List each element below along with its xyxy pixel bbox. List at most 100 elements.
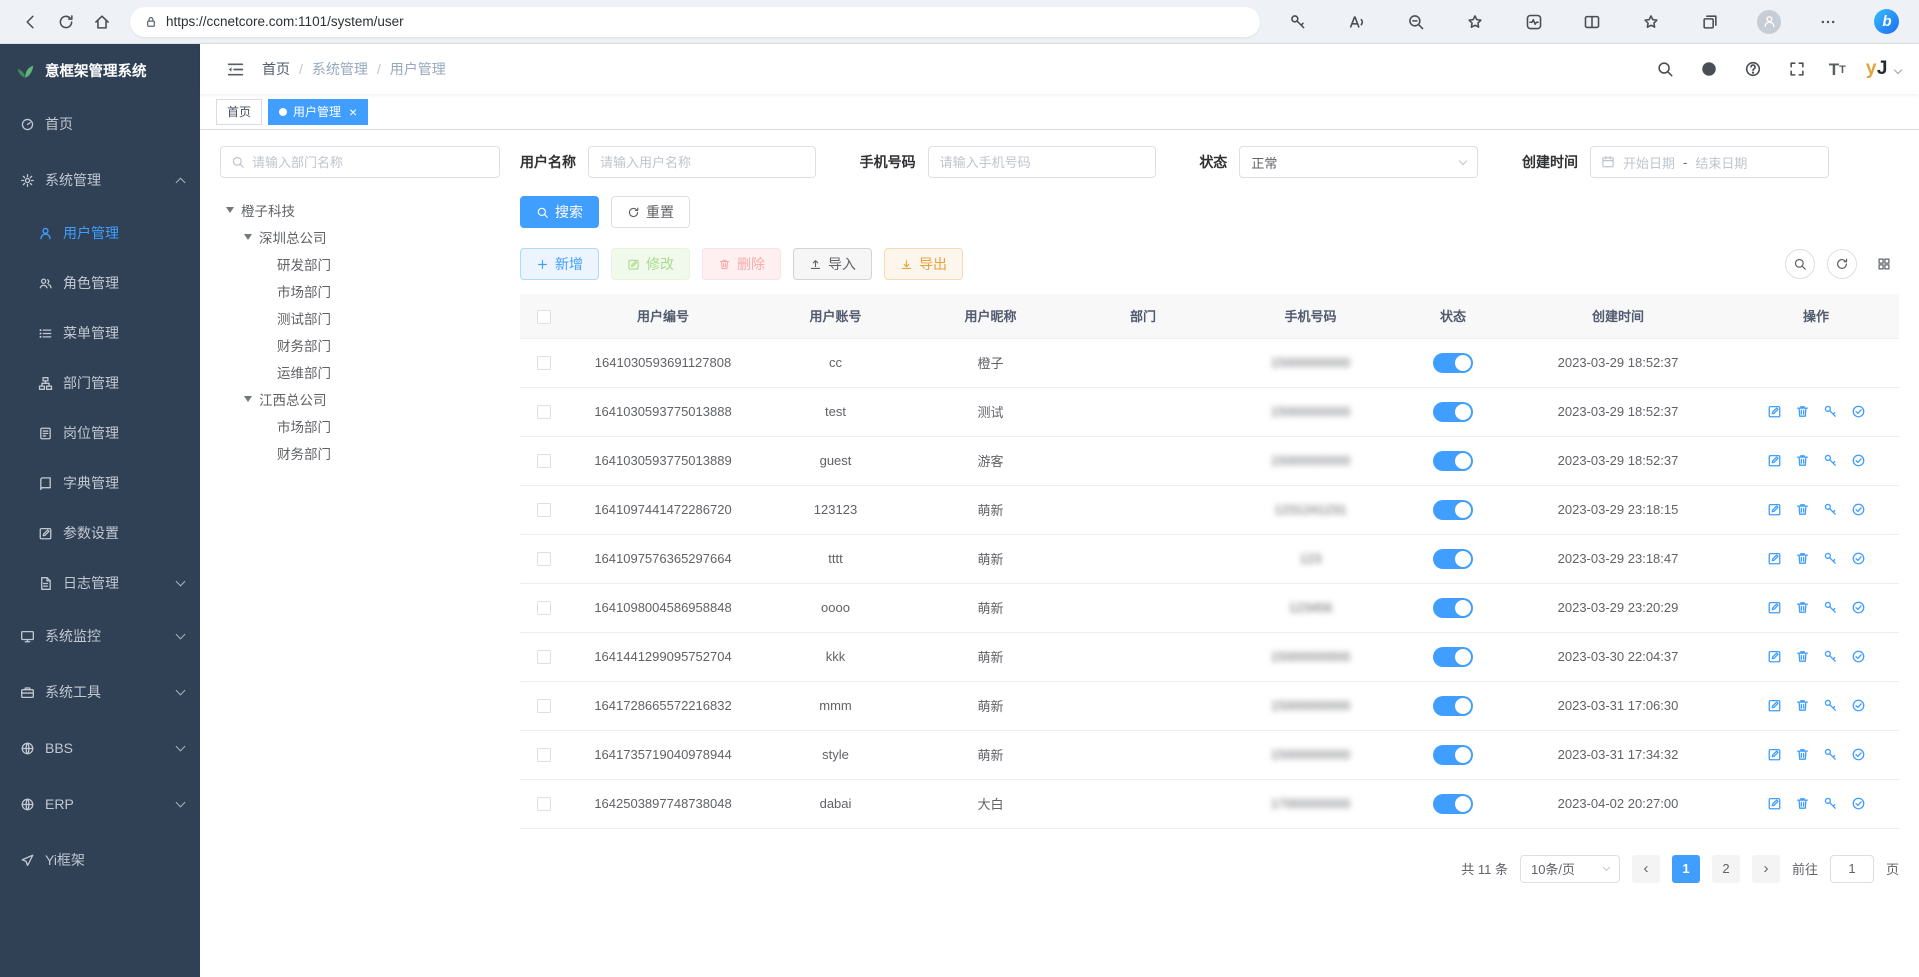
toggle-search-button[interactable] [1785,249,1815,279]
sidebar-item-post-management[interactable]: 岗位管理 [0,408,200,458]
edit-button[interactable]: 修改 [611,248,690,280]
sidebar-item-param-settings[interactable]: 参数设置 [0,508,200,558]
tree-expand-icon[interactable] [226,207,234,213]
page-2-button[interactable]: 2 [1712,855,1740,883]
date-range-picker[interactable]: 开始日期 - 结束日期 [1590,146,1829,178]
table-row[interactable]: 1641097441472286720 123123 萌新 1231241231… [520,485,1899,534]
table-row[interactable]: 1641097576365297664 tttt 萌新 123 2023-03-… [520,534,1899,583]
status-toggle[interactable] [1433,696,1473,716]
browser-refresh-button[interactable] [50,6,82,38]
copilot-button[interactable]: b [1873,8,1901,36]
edit-row-button[interactable] [1765,403,1783,421]
add-favorite-button[interactable] [1461,8,1489,36]
assign-role-button[interactable] [1849,599,1867,617]
sidebar-item-bbs[interactable]: BBS [0,720,200,776]
goto-page-input[interactable] [1830,855,1874,883]
sidebar-item-dict-management[interactable]: 字典管理 [0,458,200,508]
sidebar-item-dept-management[interactable]: 部门管理 [0,358,200,408]
status-toggle[interactable] [1433,794,1473,814]
sidebar-toggle-button[interactable] [218,52,252,86]
row-checkbox[interactable] [537,552,551,566]
status-select[interactable]: 正常 [1239,146,1478,178]
reset-password-button[interactable] [1821,452,1839,470]
sidebar-item-erp[interactable]: ERP [0,776,200,832]
row-checkbox[interactable] [537,601,551,615]
reset-password-button[interactable] [1821,550,1839,568]
assign-role-button[interactable] [1849,550,1867,568]
passwords-button[interactable] [1284,8,1312,36]
reset-password-button[interactable] [1821,599,1839,617]
table-row[interactable]: 1642503897748738048 dabai 大白 17000000000… [520,779,1899,828]
import-button[interactable]: 导入 [793,248,872,280]
assign-role-button[interactable] [1849,403,1867,421]
split-screen-button[interactable] [1578,8,1606,36]
delete-row-button[interactable] [1793,746,1811,764]
status-toggle[interactable] [1433,549,1473,569]
select-all-checkbox[interactable] [537,310,551,324]
assign-role-button[interactable] [1849,452,1867,470]
delete-row-button[interactable] [1793,452,1811,470]
tree-node[interactable]: 测试部门 [220,304,500,331]
delete-button[interactable]: 删除 [702,248,781,280]
table-row[interactable]: 1641030593691127808 cc 橙子 15000000000 20… [520,338,1899,387]
tree-node[interactable]: 财务部门 [220,331,500,358]
row-checkbox[interactable] [537,650,551,664]
tree-node[interactable]: 市场部门 [220,412,500,439]
edit-row-button[interactable] [1765,697,1783,715]
status-toggle[interactable] [1433,353,1473,373]
tab-user-management[interactable]: 用户管理 × [268,99,368,125]
tree-expand-icon[interactable] [244,396,252,402]
page-size-select[interactable]: 10条/页 [1520,855,1620,883]
row-checkbox[interactable] [537,748,551,762]
assign-role-button[interactable] [1849,746,1867,764]
sidebar-item-tools[interactable]: 系统工具 [0,664,200,720]
dept-search-input[interactable] [252,155,489,170]
tree-node[interactable]: 财务部门 [220,439,500,466]
tree-node[interactable]: 江西总公司 [220,385,500,412]
status-toggle[interactable] [1433,745,1473,765]
help-button[interactable] [1741,57,1765,81]
status-toggle[interactable] [1433,647,1473,667]
edit-row-button[interactable] [1765,648,1783,666]
breadcrumb-home[interactable]: 首页 [262,59,290,79]
table-row[interactable]: 1641735719040978944 style 萌新 15000000000… [520,730,1899,779]
breadcrumb-system[interactable]: 系统管理 [312,59,368,79]
edit-row-button[interactable] [1765,501,1783,519]
delete-row-button[interactable] [1793,697,1811,715]
sidebar-item-role-management[interactable]: 角色管理 [0,258,200,308]
reset-password-button[interactable] [1821,697,1839,715]
reset-button[interactable]: 重置 [611,196,690,228]
browser-home-button[interactable] [86,6,118,38]
sidebar-item-user-management[interactable]: 用户管理 [0,208,200,258]
browser-back-button[interactable] [14,6,46,38]
refresh-table-button[interactable] [1827,249,1857,279]
zoom-out-button[interactable] [1402,8,1430,36]
header-search-button[interactable] [1653,57,1677,81]
tree-node[interactable]: 橙子科技 [220,196,500,223]
edit-row-button[interactable] [1765,452,1783,470]
tree-node[interactable]: 研发部门 [220,250,500,277]
reset-password-button[interactable] [1821,501,1839,519]
github-button[interactable] [1697,57,1721,81]
fullscreen-button[interactable] [1785,57,1809,81]
reset-password-button[interactable] [1821,403,1839,421]
table-row[interactable]: 1641030593775013889 guest 游客 15000000000… [520,436,1899,485]
username-input[interactable] [588,146,816,178]
sidebar-item-menu-management[interactable]: 菜单管理 [0,308,200,358]
add-button[interactable]: 新增 [520,248,599,280]
edit-row-button[interactable] [1765,599,1783,617]
user-avatar-menu[interactable]: yJ [1866,58,1901,80]
status-toggle[interactable] [1433,402,1473,422]
browser-profile-button[interactable] [1755,8,1783,36]
close-icon[interactable]: × [349,105,357,119]
sidebar-item-system[interactable]: 系统管理 [0,152,200,208]
row-checkbox[interactable] [537,454,551,468]
table-row[interactable]: 1641098004586958848 oooo 萌新 123456 2023-… [520,583,1899,632]
table-row[interactable]: 1641441299095752704 kkk 萌新 15000000000 2… [520,632,1899,681]
next-page-button[interactable]: › [1752,855,1780,883]
assign-role-button[interactable] [1849,501,1867,519]
delete-row-button[interactable] [1793,795,1811,813]
assign-role-button[interactable] [1849,795,1867,813]
font-size-button[interactable]: TT [1829,61,1846,78]
delete-row-button[interactable] [1793,550,1811,568]
